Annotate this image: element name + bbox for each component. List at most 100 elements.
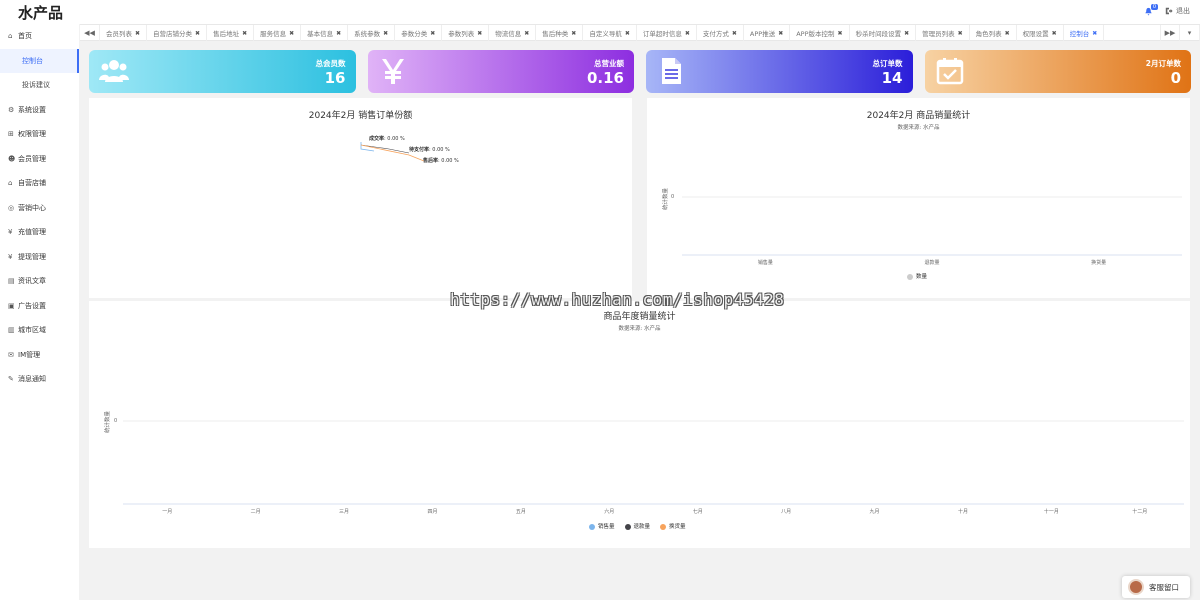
- tab[interactable]: 物流信息 ✖: [489, 25, 537, 41]
- sidebar-item[interactable]: 控制台: [0, 48, 79, 73]
- close-icon[interactable]: ✖: [477, 30, 482, 37]
- legend-item[interactable]: 数量: [907, 272, 927, 280]
- sidebar-item[interactable]: ▥ 城市区域: [0, 318, 79, 343]
- close-icon[interactable]: ✖: [242, 30, 247, 37]
- x-tick-label: 退款量: [924, 260, 940, 266]
- legend-item[interactable]: 退款量: [624, 522, 650, 530]
- bar-plot-area: [682, 196, 1182, 256]
- tab-label: 秒杀时间段设置: [855, 30, 902, 38]
- double-chevron-right-icon: ▶▶: [1164, 29, 1176, 37]
- tab[interactable]: 支付方式 ✖: [697, 25, 744, 41]
- notification-bell[interactable]: 0: [1144, 3, 1158, 16]
- map-icon: ▥: [8, 326, 15, 335]
- tab-label: 基本信息: [307, 30, 334, 38]
- x-tick-label: 九月: [869, 509, 880, 515]
- sidebar-item-label: 会员管理: [18, 154, 46, 163]
- sidebar-item[interactable]: ¥ 提现管理: [0, 245, 79, 270]
- stat-card-revenue[interactable]: 总营业额 0.16: [367, 50, 634, 93]
- tab[interactable]: 自营店铺分类 ✖: [147, 25, 208, 41]
- close-icon[interactable]: ✖: [571, 30, 576, 37]
- sidebar-item[interactable]: ¥ 充值管理: [0, 220, 79, 245]
- sidebar-item-label: 消息通知: [18, 375, 46, 384]
- tab[interactable]: 管理员列表 ✖: [916, 25, 970, 41]
- tab[interactable]: APP版本控制 ✖: [790, 25, 850, 41]
- sidebar-item[interactable]: ✉ IM管理: [0, 343, 79, 368]
- close-icon[interactable]: ✖: [135, 30, 140, 37]
- close-icon[interactable]: ✖: [838, 30, 843, 37]
- close-icon[interactable]: ✖: [289, 30, 294, 37]
- tab[interactable]: 售后地址 ✖: [207, 25, 255, 41]
- sidebar-item-label: 投诉建议: [22, 81, 50, 90]
- sidebar-item[interactable]: ⌂ 首页: [0, 24, 79, 49]
- tab[interactable]: 控制台 ✖: [1064, 25, 1105, 41]
- close-icon[interactable]: ✖: [1052, 30, 1057, 37]
- close-icon[interactable]: ✖: [685, 30, 690, 37]
- sidebar-item[interactable]: ✎ 消息通知: [0, 367, 79, 392]
- tab-label: APP版本控制: [796, 30, 835, 38]
- yen-icon: ¥: [8, 252, 13, 261]
- stat-card-orders[interactable]: 总订单数 14: [646, 50, 913, 93]
- sidebar-item[interactable]: ⌂ 自营店铺: [0, 171, 79, 196]
- tab-menu-button[interactable]: ▾: [1180, 25, 1200, 41]
- sidebar-item-label: 首页: [18, 32, 32, 41]
- sidebar-item[interactable]: ◎ 营销中心: [0, 196, 79, 221]
- sidebar-item-label: 自营店铺: [18, 179, 46, 188]
- stat-card-monthly-orders[interactable]: 2月订单数 0: [924, 50, 1191, 93]
- x-tick-label: 五月: [515, 509, 526, 515]
- tab-label: 管理员列表: [922, 30, 955, 38]
- close-icon[interactable]: ✖: [732, 30, 737, 37]
- logout-button[interactable]: 退出: [1165, 6, 1190, 16]
- tab[interactable]: 秒杀时间段设置 ✖: [850, 25, 917, 41]
- tab[interactable]: 角色列表 ✖: [970, 25, 1017, 41]
- x-tick-label: 十一月: [1043, 509, 1059, 515]
- tab[interactable]: APP推送 ✖: [744, 25, 791, 41]
- tab-scroll-left-button[interactable]: ◀◀: [80, 25, 100, 41]
- close-icon[interactable]: ✖: [383, 30, 388, 37]
- bank-icon: ⌂: [8, 179, 13, 188]
- tab[interactable]: 订单超时信息 ✖: [637, 25, 697, 41]
- logout-icon: [1165, 7, 1173, 15]
- close-icon[interactable]: ✖: [430, 30, 435, 37]
- stat-card-members[interactable]: 总会员数 16: [89, 50, 356, 93]
- target-icon: ◎: [8, 203, 15, 212]
- tab[interactable]: 权限设置 ✖: [1017, 25, 1064, 41]
- close-icon[interactable]: ✖: [336, 30, 341, 37]
- x-tick-label: 十二月: [1132, 509, 1148, 515]
- sidebar-item-label: 系统设置: [18, 105, 46, 114]
- sidebar-item[interactable]: ▣ 广告设置: [0, 294, 79, 319]
- sidebar-item-label: 营销中心: [18, 203, 46, 212]
- sidebar-item[interactable]: ⚙ 系统设置: [0, 98, 79, 123]
- close-icon[interactable]: ✖: [1092, 30, 1097, 37]
- close-icon[interactable]: ✖: [778, 30, 783, 37]
- sidebar-item-label: 广告设置: [18, 301, 46, 310]
- close-icon[interactable]: ✖: [625, 30, 630, 37]
- sidebar-item[interactable]: ▤ 资讯文章: [0, 269, 79, 294]
- legend-item[interactable]: 销售量: [589, 522, 615, 530]
- legend-item[interactable]: 换货量: [660, 522, 686, 530]
- x-tick-label: 六月: [604, 509, 615, 515]
- close-icon[interactable]: ✖: [524, 30, 529, 37]
- sidebar-item[interactable]: ☻ 会员管理: [0, 147, 79, 172]
- tab[interactable]: 系统参数 ✖: [348, 25, 396, 41]
- tab[interactable]: 自定义导航 ✖: [583, 25, 637, 41]
- sidebar-item[interactable]: 投诉建议: [0, 73, 79, 98]
- tab[interactable]: 售后种类 ✖: [536, 25, 584, 41]
- close-icon[interactable]: ✖: [958, 30, 963, 37]
- tab[interactable]: 基本信息 ✖: [301, 25, 349, 41]
- tab[interactable]: 参数分类 ✖: [395, 25, 443, 41]
- close-icon[interactable]: ✖: [904, 30, 909, 37]
- sidebar-item[interactable]: ⊞ 权限管理: [0, 122, 79, 147]
- avatar: [1128, 579, 1144, 595]
- notification-badge: 0: [1150, 3, 1158, 10]
- tab[interactable]: 参数列表 ✖: [442, 25, 490, 41]
- tab-scroll-right-button[interactable]: ▶▶: [1160, 25, 1180, 41]
- close-icon[interactable]: ✖: [1005, 30, 1010, 37]
- gear-icon: ⚙: [8, 105, 15, 114]
- comment-icon: ✎: [8, 375, 14, 384]
- tab[interactable]: 服务信息 ✖: [254, 25, 302, 41]
- annual-sales-chart: 商品年度销量统计 数据来源: 水产品 统计数量 0 一月 二月 三月 四月 五月 六月 七月…: [89, 301, 1190, 548]
- customer-service-button[interactable]: 客服留口: [1122, 576, 1190, 598]
- close-icon[interactable]: ✖: [195, 30, 200, 37]
- tab[interactable]: 会员列表 ✖: [100, 25, 148, 41]
- main-content: 总会员数 16 总营业额 0.16 总订单数 14 2月订单数 0 2024年2…: [80, 41, 1200, 600]
